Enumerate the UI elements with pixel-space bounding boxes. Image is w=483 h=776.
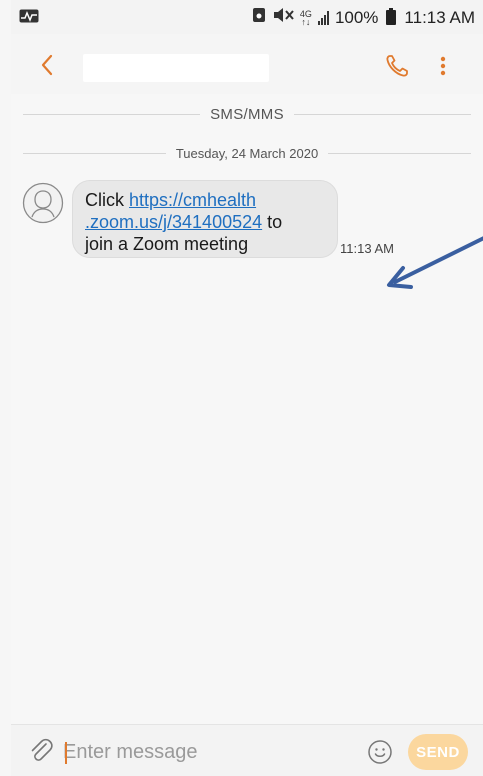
- sim-lock-icon: [252, 7, 266, 28]
- message-composer: SEND: [11, 724, 483, 776]
- contact-avatar[interactable]: [22, 182, 64, 224]
- contact-name[interactable]: [83, 54, 269, 82]
- message-text-prefix: Click: [85, 190, 129, 210]
- screen: 4G ↑↓ 100% 11:13 AM SMS/MMS Tuesday, 24 …: [0, 0, 483, 776]
- signal-icon: [317, 10, 329, 25]
- phone-icon: [386, 55, 408, 77]
- channel-label: SMS/MMS: [210, 106, 284, 123]
- channel-divider: SMS/MMS: [23, 106, 471, 123]
- mute-icon: [272, 7, 294, 28]
- message-link-part1[interactable]: https://cmhealth: [129, 190, 256, 210]
- text-cursor: [65, 742, 67, 764]
- message-text-suffix: join a Zoom meeting: [85, 234, 249, 254]
- battery-percent: 100%: [334, 7, 379, 27]
- status-bar: 4G ↑↓ 100% 11:13 AM: [11, 0, 483, 34]
- status-time: 11:13 AM: [404, 7, 475, 27]
- app-bar: [11, 34, 483, 94]
- send-button[interactable]: SEND: [408, 734, 468, 770]
- network-type-indicator: 4G ↑↓: [299, 8, 312, 27]
- battery-icon: [386, 8, 397, 25]
- activity-notification-icon: [19, 9, 39, 28]
- message-bubble[interactable]: Click https://cmhealth .zoom.us/j/341400…: [72, 180, 338, 258]
- date-label: Tuesday, 24 March 2020: [175, 146, 319, 161]
- attach-button[interactable]: [27, 737, 55, 765]
- paperclip-icon: [31, 738, 53, 761]
- emoji-button[interactable]: [367, 739, 393, 765]
- date-divider: Tuesday, 24 March 2020: [23, 146, 472, 161]
- more-vert-icon: [440, 56, 446, 76]
- person-icon: [22, 182, 64, 224]
- message-link-part2[interactable]: .zoom.us/j/341400524: [85, 212, 262, 232]
- call-button[interactable]: [383, 52, 411, 80]
- chevron-left-icon: [41, 54, 53, 76]
- back-button[interactable]: [35, 50, 61, 80]
- message-text-after-link: to: [262, 212, 283, 232]
- conversation-area[interactable]: SMS/MMS Tuesday, 24 March 2020 Click htt…: [11, 94, 483, 724]
- more-options-button[interactable]: [435, 52, 451, 80]
- annotation-arrow: [387, 236, 483, 289]
- smiley-icon: [368, 740, 392, 764]
- message-input[interactable]: [63, 739, 303, 765]
